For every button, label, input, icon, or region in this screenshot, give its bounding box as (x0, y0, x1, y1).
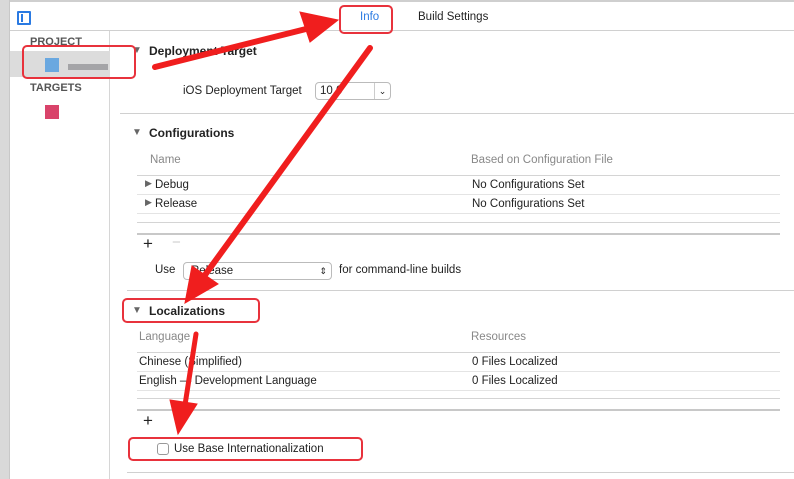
arrow-to-base (182, 331, 199, 408)
arrow-to-localizations (202, 45, 373, 278)
arrow-head (184, 265, 219, 304)
arrow-to-info (152, 25, 313, 70)
arrow-head (299, 11, 340, 43)
arrow-head (169, 399, 198, 436)
annotation-arrows (152, 11, 373, 436)
